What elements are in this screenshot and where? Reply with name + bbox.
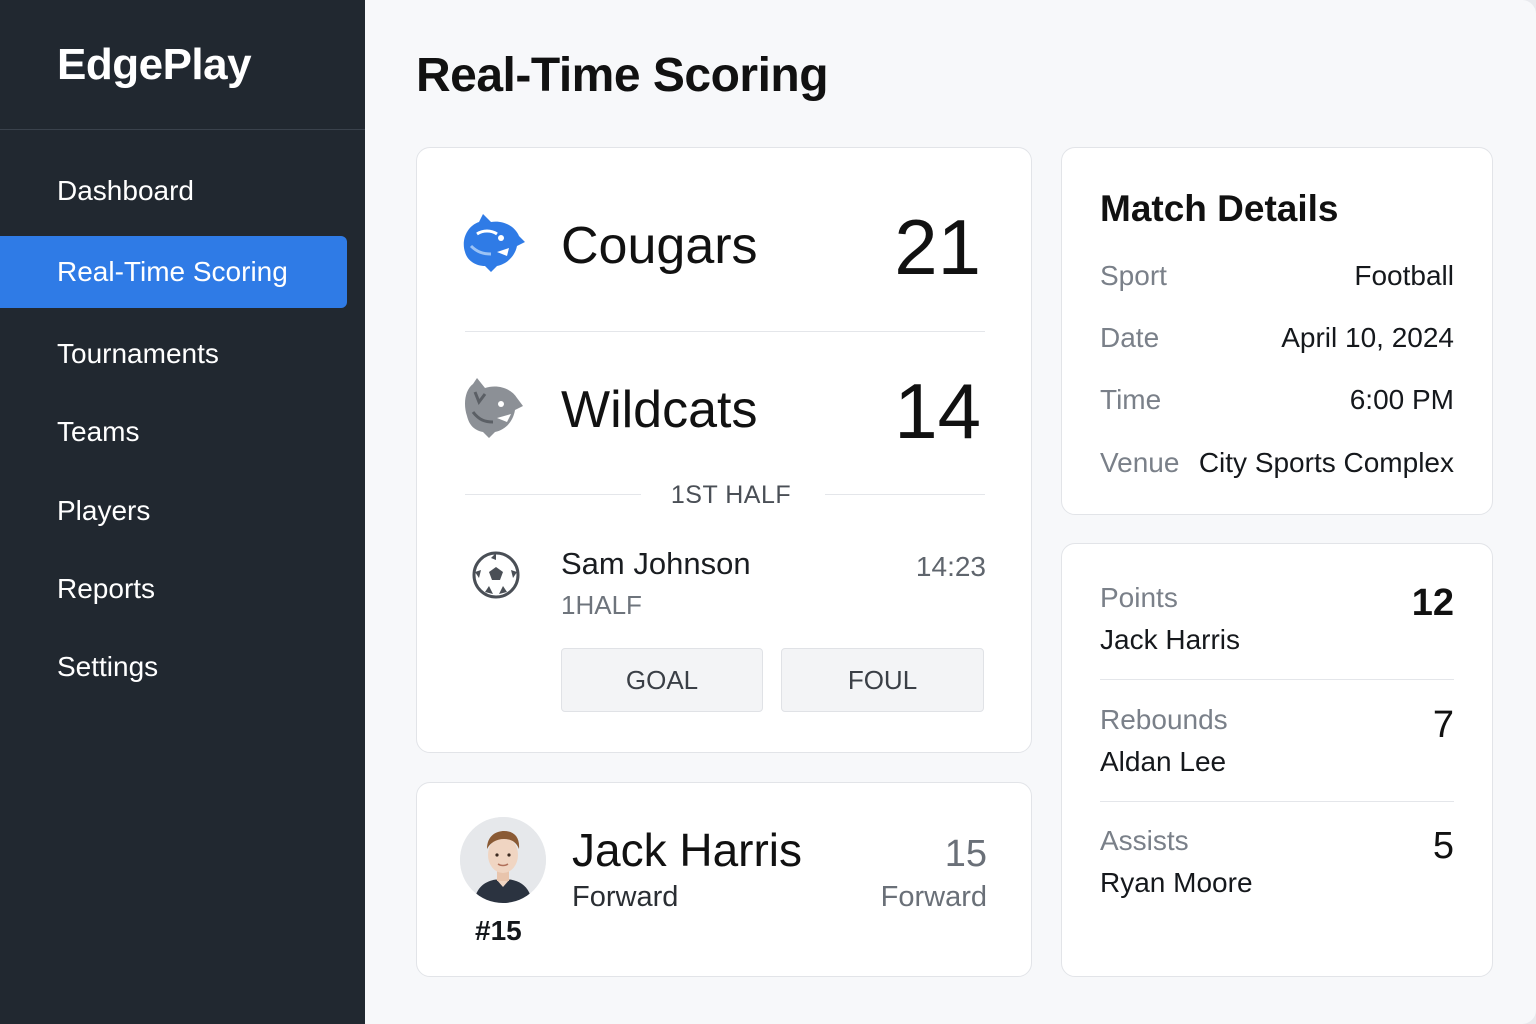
stat-divider <box>1100 679 1454 680</box>
stat-value: 7 <box>1432 704 1454 746</box>
scoring-event: Sam Johnson 1HALF 14:23 <box>471 546 991 626</box>
stat-points: Points Jack Harris 12 <box>1100 582 1454 682</box>
stat-player: Ryan Moore <box>1100 867 1253 898</box>
app-window: EdgePlay Dashboard Real-Time Scoring Tou… <box>0 0 1536 1024</box>
detail-row-date: Date April 10, 2024 <box>1100 322 1454 362</box>
detail-value: April 10, 2024 <box>1281 322 1454 353</box>
stat-leaders-card: Points Jack Harris 12 Rebounds Aldan Lee… <box>1061 543 1493 977</box>
stat-player: Jack Harris <box>1100 624 1241 655</box>
wildcat-icon <box>465 378 523 438</box>
cougar-icon <box>463 214 525 272</box>
foul-button[interactable]: FOUL <box>781 648 984 712</box>
player-position-secondary: Forward <box>880 881 987 913</box>
stat-assists: Assists Ryan Moore 5 <box>1100 825 1454 925</box>
detail-row-sport: Sport Football <box>1100 260 1454 300</box>
soccer-ball-icon <box>472 551 520 599</box>
player-name: Jack Harris <box>572 824 803 876</box>
period-line-left <box>465 494 641 495</box>
event-period: 1HALF <box>561 590 642 620</box>
detail-value: 6:00 PM <box>1349 384 1454 415</box>
player-card: #15 Jack Harris Forward 15 Forward <box>416 782 1032 977</box>
detail-label: Time <box>1100 384 1162 415</box>
goal-button[interactable]: GOAL <box>561 648 763 712</box>
away-team-name: Wildcats <box>561 381 758 439</box>
team-row-away: Wildcats 14 <box>457 358 993 458</box>
detail-row-time: Time 6:00 PM <box>1100 384 1454 424</box>
sidebar-item-real-time-scoring[interactable]: Real-Time Scoring <box>0 236 347 308</box>
sidebar-item-reports[interactable]: Reports <box>0 553 347 625</box>
away-team-score: 14 <box>894 367 981 455</box>
sidebar-item-players[interactable]: Players <box>0 475 347 547</box>
stat-label: Assists <box>1100 825 1189 856</box>
event-time: 14:23 <box>915 551 986 582</box>
scoreboard-card: Cougars 21 Wildcats 14 1ST HALF Sam John… <box>416 147 1032 753</box>
player-number: 15 <box>944 833 987 875</box>
team-row-home: Cougars 21 <box>457 194 993 294</box>
player-photo <box>460 817 546 903</box>
match-details-title: Match Details <box>1100 188 1339 229</box>
page-title: Real-Time Scoring <box>416 49 829 102</box>
detail-value: Football <box>1354 260 1454 291</box>
detail-value: City Sports Complex <box>1198 447 1454 478</box>
jersey-number: #15 <box>475 915 522 946</box>
detail-label: Sport <box>1100 260 1167 291</box>
stat-label: Points <box>1100 582 1178 613</box>
brand-logo: EdgePlay <box>57 40 252 89</box>
detail-row-venue: Venue City Sports Complex <box>1100 447 1454 487</box>
sidebar-item-teams[interactable]: Teams <box>0 396 347 468</box>
avatar <box>460 817 546 903</box>
home-team-name: Cougars <box>561 217 758 275</box>
stat-value: 5 <box>1432 825 1454 867</box>
home-team-score: 21 <box>894 203 981 291</box>
sidebar-item-settings[interactable]: Settings <box>0 631 347 703</box>
period-label: 1ST HALF <box>670 481 792 509</box>
match-details-card: Match Details Sport Football Date April … <box>1061 147 1493 515</box>
stat-value: 12 <box>1411 582 1454 624</box>
sidebar-item-dashboard[interactable]: Dashboard <box>0 155 347 227</box>
sidebar-divider <box>0 129 365 130</box>
sidebar-item-tournaments[interactable]: Tournaments <box>0 318 347 390</box>
sidebar: EdgePlay Dashboard Real-Time Scoring Tou… <box>0 0 365 1024</box>
event-player-name: Sam Johnson <box>561 546 751 581</box>
team-divider <box>465 331 985 332</box>
player-position: Forward <box>572 881 679 913</box>
detail-label: Venue <box>1100 447 1180 478</box>
stat-rebounds: Rebounds Aldan Lee 7 <box>1100 704 1454 804</box>
stat-label: Rebounds <box>1100 704 1228 735</box>
period-line-right <box>825 494 985 495</box>
stat-divider <box>1100 801 1454 802</box>
stat-player: Aldan Lee <box>1100 746 1227 777</box>
detail-label: Date <box>1100 322 1160 353</box>
